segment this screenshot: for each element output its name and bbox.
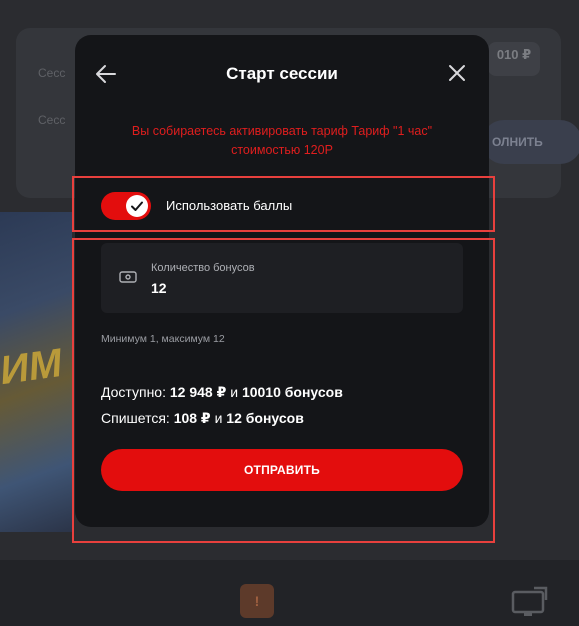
- background-balance-chip: 010 ₽: [488, 42, 540, 76]
- debit-conjunction: и: [210, 410, 227, 426]
- modal-title: Старт сессии: [226, 64, 338, 83]
- check-icon: [131, 201, 143, 211]
- bonus-range-hint: Минимум 1, максимум 12: [101, 333, 225, 345]
- available-conjunction: и: [226, 384, 242, 400]
- debit-prefix: Спишется:: [101, 410, 174, 426]
- available-balance-text: Доступно: 12 948 ₽ и 10010 бонусов: [101, 384, 343, 401]
- debit-money: 108 ₽: [173, 410, 211, 426]
- use-points-toggle[interactable]: [101, 192, 151, 220]
- debit-bonuses: 12 бонусов: [226, 410, 304, 426]
- available-money: 12 948 ₽: [169, 384, 227, 400]
- bonus-quantity-value[interactable]: 12: [151, 280, 167, 296]
- toggle-knob: [126, 195, 148, 217]
- available-prefix: Доступно:: [101, 384, 170, 400]
- start-session-modal: Старт сессии Вы собираетесь активировать…: [75, 35, 489, 527]
- background-session-row: Сесс: [38, 113, 66, 127]
- background-alert-icon: !: [240, 584, 274, 618]
- submit-button[interactable]: ОТПРАВИТЬ: [101, 449, 463, 491]
- background-bottom-bar: [0, 560, 579, 626]
- use-points-row: Использовать баллы: [101, 190, 461, 222]
- background-balance-value: 010 ₽: [496, 47, 532, 62]
- tariff-warning-text: Вы собираетесь активировать тариф Тариф …: [131, 124, 433, 157]
- modal-header: Старт сессии: [75, 35, 489, 113]
- bonus-quantity-input[interactable]: Количество бонусов 12: [101, 243, 463, 313]
- cash-icon: [119, 271, 137, 283]
- monitor-icon: [511, 586, 548, 616]
- bonus-quantity-label: Количество бонусов: [151, 262, 255, 274]
- background-banner-text: ИМ: [0, 340, 65, 394]
- background-session-row: Сесс: [38, 66, 66, 80]
- close-icon[interactable]: [445, 61, 469, 85]
- background-topup-button: ОЛНИТЬ: [482, 120, 579, 164]
- debit-amount-text: Спишется: 108 ₽ и 12 бонусов: [101, 410, 304, 427]
- available-bonuses: 10010 бонусов: [241, 384, 343, 400]
- use-points-label: Использовать баллы: [166, 198, 293, 213]
